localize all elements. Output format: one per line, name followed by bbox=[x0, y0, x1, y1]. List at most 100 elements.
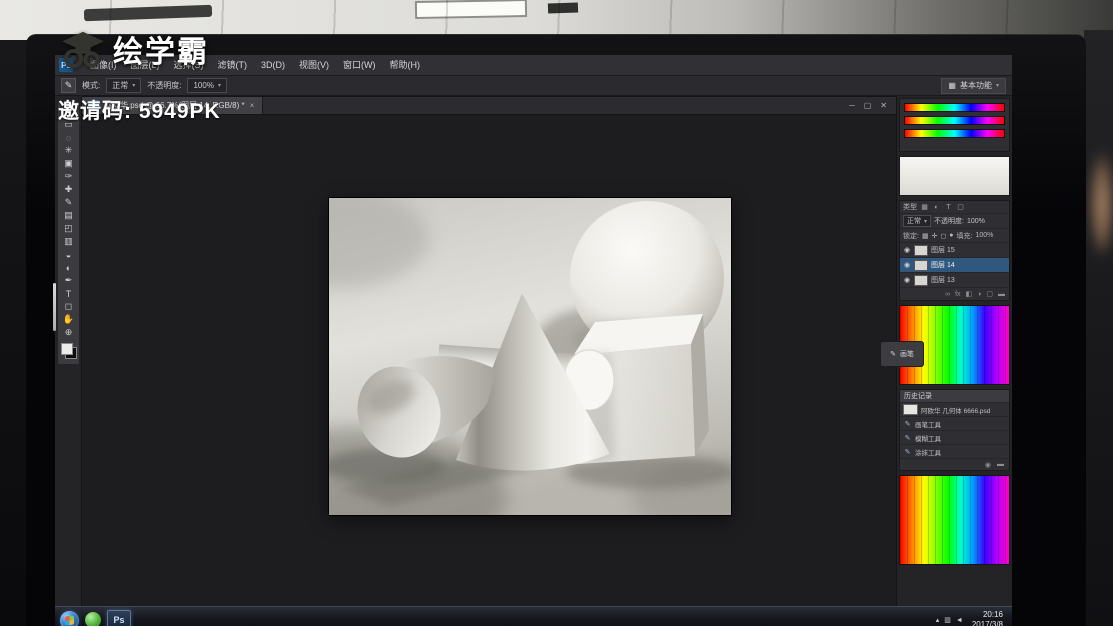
lock-transparency-icon[interactable]: ▦ bbox=[922, 232, 929, 240]
chevron-down-icon: ▾ bbox=[995, 83, 999, 89]
gradient-tool[interactable]: ▥ bbox=[60, 235, 77, 248]
dodge-tool[interactable]: ◐ bbox=[60, 261, 77, 274]
lock-position-icon[interactable]: ✛ bbox=[932, 232, 938, 240]
type-filter-icon[interactable]: T bbox=[944, 204, 953, 211]
red-slider[interactable] bbox=[904, 103, 1005, 112]
link-layers-icon[interactable]: ∞ bbox=[945, 291, 950, 298]
history-snapshot-row[interactable]: 阿欧华 几何体 6666.psd bbox=[900, 402, 1009, 416]
screen-reflection bbox=[53, 283, 56, 331]
layer-row[interactable]: ◉ 图层 13 bbox=[900, 272, 1009, 287]
minimize-icon[interactable]: ─ bbox=[849, 101, 855, 110]
workspace-grid-icon: ▦ bbox=[948, 81, 956, 90]
color-ramp[interactable] bbox=[899, 156, 1010, 196]
brush-tool[interactable]: ✎ bbox=[60, 196, 77, 209]
close-icon[interactable]: ✕ bbox=[880, 101, 887, 110]
layer-name: 图层 13 bbox=[931, 277, 955, 284]
lock-label: 锁定: bbox=[903, 232, 919, 240]
visibility-eye-icon[interactable]: ◉ bbox=[903, 276, 911, 284]
adjustment-filter-icon[interactable]: ◐ bbox=[932, 204, 941, 211]
history-step-row[interactable]: ✎ 涂抹工具 bbox=[900, 444, 1009, 458]
new-layer-icon[interactable]: ▢ bbox=[986, 290, 993, 298]
brush-tool-hint[interactable]: ✎ 画笔 bbox=[880, 341, 924, 367]
history-panel-footer: ◉ ▬ bbox=[900, 458, 1009, 470]
history-step-icon: ✎ bbox=[904, 434, 911, 442]
chevron-down-icon: ▾ bbox=[924, 218, 928, 225]
fill-value[interactable]: 100% bbox=[975, 232, 993, 239]
document-area: 阿欧华.psd @ 66.7%(图层 14, RGB/8) * × ─ ▢ ✕ bbox=[81, 96, 924, 607]
gradient-spectrum-panel[interactable] bbox=[899, 475, 1010, 565]
pixel-filter-icon[interactable]: ▦ bbox=[920, 203, 929, 211]
menu-item-window[interactable]: 窗口(W) bbox=[336, 55, 383, 75]
layer-style-icon[interactable]: fx bbox=[955, 291, 960, 298]
hand-tool[interactable]: ✋ bbox=[60, 313, 77, 326]
stamp-tool[interactable]: ▤ bbox=[60, 209, 77, 222]
history-step-row[interactable]: ✎ 画笔工具 bbox=[900, 416, 1009, 430]
type-tool[interactable]: T bbox=[60, 287, 77, 300]
history-panel-header[interactable]: 历史记录 bbox=[900, 390, 1009, 402]
layer-thumbnail bbox=[914, 244, 928, 256]
clock-date: 2017/3/8 bbox=[971, 620, 1003, 626]
restore-icon[interactable]: ▢ bbox=[864, 101, 872, 110]
visibility-eye-icon[interactable]: ◉ bbox=[903, 246, 911, 254]
mode-dropdown[interactable]: 正常 ▾ bbox=[106, 78, 142, 93]
zoom-tool[interactable]: ⊕ bbox=[60, 326, 77, 339]
layer-row-selected[interactable]: ◉ 图层 14 bbox=[900, 257, 1009, 272]
ps-toolbar: ✛ ▭ ◌ ✳ ▣ ✑ ✚ ✎ ▤ ◰ ▥ ◒ ◐ ✒ T ◻ ✋ ⊕ bbox=[57, 101, 80, 365]
adjustment-layer-icon[interactable]: ◑ bbox=[977, 291, 981, 298]
lock-all-icon[interactable]: ● bbox=[949, 232, 953, 239]
ceiling-light-fixture bbox=[83, 4, 213, 22]
history-step-label: 涂抹工具 bbox=[915, 449, 941, 457]
shape-tool[interactable]: ◻ bbox=[60, 300, 77, 313]
menu-item-view[interactable]: 视图(V) bbox=[292, 55, 336, 75]
green-slider[interactable] bbox=[904, 116, 1005, 125]
healing-tool[interactable]: ✚ bbox=[60, 183, 77, 196]
watermark-brand: 绘学霸 bbox=[60, 27, 209, 71]
pen-tool[interactable]: ✒ bbox=[60, 274, 77, 287]
active-tool-icon[interactable]: ✎ bbox=[61, 78, 76, 93]
layer-opacity-value[interactable]: 100% bbox=[967, 218, 985, 225]
menu-item-help[interactable]: 帮助(H) bbox=[383, 55, 428, 75]
opacity-dropdown[interactable]: 100% ▾ bbox=[187, 78, 227, 93]
browser-taskbar-icon[interactable] bbox=[85, 612, 101, 626]
magic-wand-tool[interactable]: ✳ bbox=[60, 144, 77, 157]
canvas-artwork[interactable] bbox=[329, 198, 731, 515]
crop-tool[interactable]: ▣ bbox=[60, 157, 77, 170]
lasso-tool[interactable]: ◌ bbox=[60, 131, 77, 144]
windows-taskbar: Ps ▴ ▥ ◄ 20:16 2017/3/8 bbox=[55, 606, 1012, 626]
layer-row[interactable]: ◉ 图层 15 bbox=[900, 242, 1009, 257]
eyedropper-tool[interactable]: ✑ bbox=[60, 170, 77, 183]
delete-history-icon[interactable]: ▬ bbox=[997, 461, 1004, 468]
shape-filter-icon[interactable]: ▢ bbox=[956, 203, 965, 211]
invite-code: 邀请码: 5949PK bbox=[58, 100, 221, 123]
layer-mask-icon[interactable]: ◧ bbox=[966, 290, 973, 298]
menu-item-3d[interactable]: 3D(D) bbox=[254, 55, 292, 75]
snapshot-thumbnail bbox=[903, 404, 918, 415]
visibility-eye-icon[interactable]: ◉ bbox=[903, 261, 911, 269]
taskbar-clock[interactable]: 20:16 2017/3/8 bbox=[968, 610, 1007, 626]
color-swatches[interactable] bbox=[60, 343, 77, 359]
workspace-switcher-button[interactable]: ▦ 基本功能 ▾ bbox=[941, 77, 1006, 94]
network-icon[interactable]: ▥ bbox=[944, 616, 951, 624]
tray-expand-icon[interactable]: ▴ bbox=[936, 616, 940, 624]
blur-tool[interactable]: ◒ bbox=[60, 248, 77, 261]
volume-icon[interactable]: ◄ bbox=[956, 617, 963, 624]
blue-slider[interactable] bbox=[904, 129, 1005, 138]
eraser-tool[interactable]: ◰ bbox=[60, 222, 77, 235]
close-icon[interactable]: × bbox=[250, 101, 255, 110]
menu-item-filter[interactable]: 滤镜(T) bbox=[211, 55, 255, 75]
layer-filter-row: 类型 ▦ ◐ T ▢ bbox=[900, 201, 1009, 213]
lock-pixels-icon[interactable]: ◻ bbox=[940, 232, 946, 240]
chevron-down-icon: ▾ bbox=[217, 83, 221, 89]
history-step-row[interactable]: ✎ 模糊工具 bbox=[900, 430, 1009, 444]
photoshop-taskbar-icon[interactable]: Ps bbox=[107, 610, 131, 626]
start-button[interactable] bbox=[60, 610, 79, 626]
huixueba-logo-icon bbox=[62, 31, 104, 68]
delete-layer-icon[interactable]: ▬ bbox=[998, 291, 1005, 298]
foreground-color-swatch[interactable] bbox=[60, 343, 73, 355]
opacity-value: 100% bbox=[193, 81, 214, 90]
lock-row: 锁定: ▦ ✛ ◻ ● 填充: 100% bbox=[900, 228, 1009, 242]
new-snapshot-icon[interactable]: ◉ bbox=[985, 461, 991, 469]
snapshot-name: 阿欧华 几何体 6666.psd bbox=[921, 407, 991, 415]
ps-workspace: ✛ ▭ ◌ ✳ ▣ ✑ ✚ ✎ ▤ ◰ ▥ ◒ ◐ ✒ T ◻ ✋ ⊕ 阿欧华.… bbox=[55, 96, 1012, 607]
blend-mode-dropdown[interactable]: 正常 ▾ bbox=[903, 215, 932, 227]
